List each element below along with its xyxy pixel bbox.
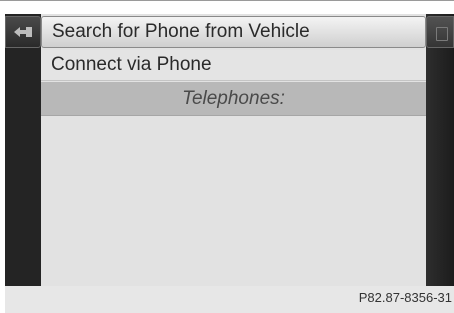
menu-item-search-phone[interactable]: Search for Phone from Vehicle [41,16,426,48]
figure: Search for Phone from Vehicle Connect vi… [0,0,454,313]
menu-item-connect-via-phone[interactable]: Connect via Phone [41,50,426,81]
side-panel-icon[interactable] [426,16,454,48]
section-header-label: Telephones: [182,87,285,109]
figure-code: P82.87-8356-31 [358,290,452,305]
menu-item-label: Connect via Phone [51,54,212,75]
menu-item-label: Search for Phone from Vehicle [52,21,310,42]
back-arrow-icon [12,25,34,39]
menu-panel: Search for Phone from Vehicle Connect vi… [41,14,426,286]
head-unit-screen: Search for Phone from Vehicle Connect vi… [5,14,454,286]
right-side-bar [426,14,454,286]
top-divider [0,0,454,1]
back-button[interactable] [5,16,41,48]
telephones-section-header: Telephones: [41,82,426,116]
